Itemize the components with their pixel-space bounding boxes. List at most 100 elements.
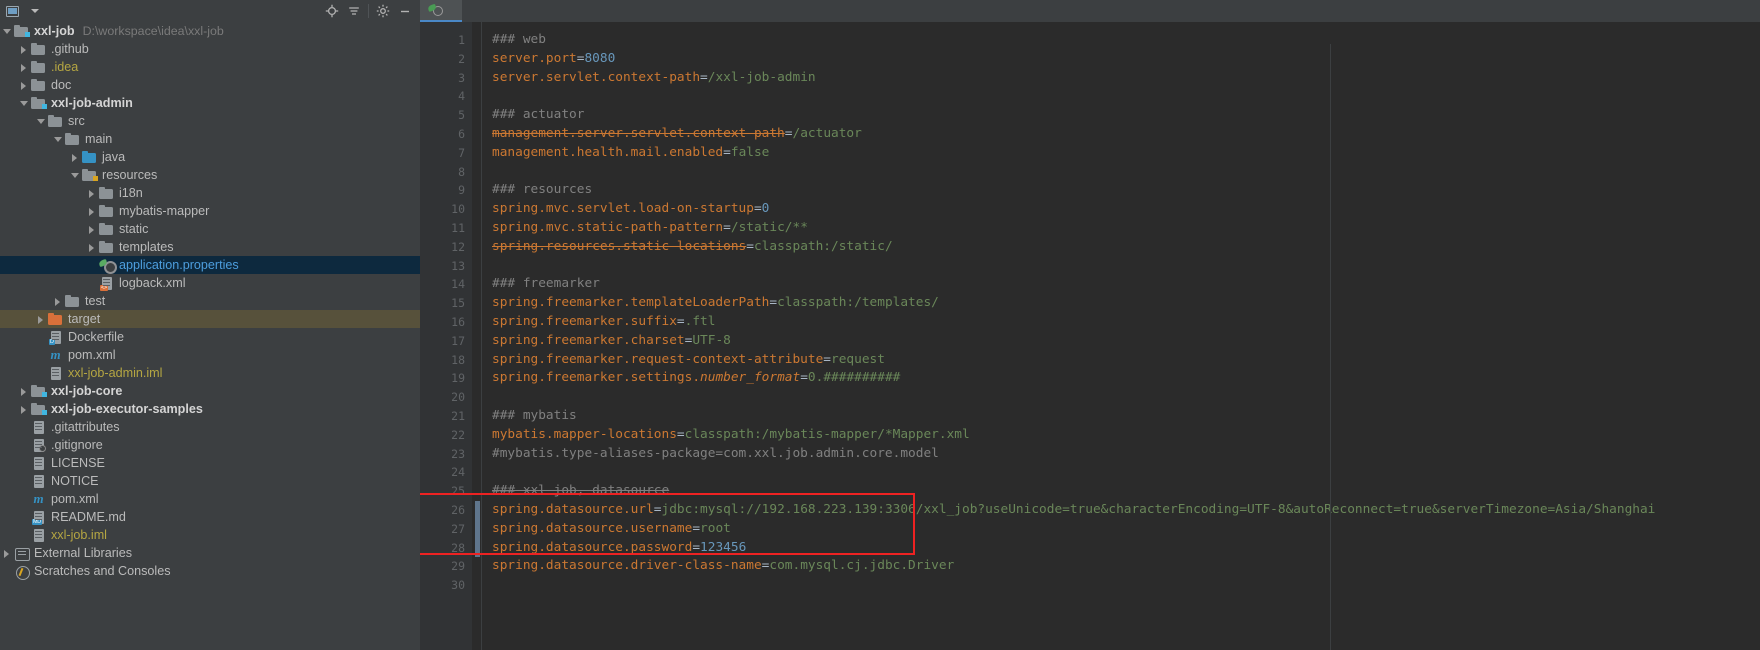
line-number[interactable]: 11 bbox=[420, 219, 472, 238]
tree-item-xxl-job-admin[interactable]: xxl-job-admin bbox=[0, 94, 420, 112]
chevron-right-icon[interactable] bbox=[70, 148, 81, 166]
line-number[interactable]: 29 bbox=[420, 557, 472, 576]
code-line[interactable]: spring.datasource.url=jdbc:mysql://192.1… bbox=[481, 501, 1760, 520]
line-number[interactable]: 24 bbox=[420, 463, 472, 482]
tree-item-external-libraries[interactable]: External Libraries bbox=[0, 544, 420, 562]
tree-item-xxl-job-executor-samples[interactable]: xxl-job-executor-samples bbox=[0, 400, 420, 418]
tree-item-logback-xml[interactable]: <> logback.xml bbox=[0, 274, 420, 292]
chevron-right-icon[interactable] bbox=[53, 292, 64, 310]
code-line[interactable]: ### mybatis bbox=[481, 407, 1760, 426]
locate-icon[interactable] bbox=[321, 0, 343, 22]
tree-item-readme-md[interactable]: MD README.md bbox=[0, 508, 420, 526]
code-line[interactable] bbox=[481, 576, 1760, 595]
chevron-right-icon[interactable] bbox=[2, 544, 13, 562]
chevron-right-icon[interactable] bbox=[19, 382, 30, 400]
tree-item-pom-xml[interactable]: m pom.xml bbox=[0, 490, 420, 508]
code-line[interactable] bbox=[481, 87, 1760, 106]
tree-item-static[interactable]: static bbox=[0, 220, 420, 238]
line-number[interactable]: 12 bbox=[420, 238, 472, 257]
chevron-right-icon[interactable] bbox=[87, 184, 98, 202]
code-line[interactable] bbox=[481, 257, 1760, 276]
code-line[interactable]: #mybatis.type-aliases-package=com.xxl.jo… bbox=[481, 445, 1760, 464]
tree-item-target[interactable]: target bbox=[0, 310, 420, 328]
code-line[interactable] bbox=[481, 163, 1760, 182]
tree-item-gitattributes[interactable]: .gitattributes bbox=[0, 418, 420, 436]
line-number[interactable]: 28 bbox=[420, 539, 472, 558]
tree-item-xxl-job-core[interactable]: xxl-job-core bbox=[0, 382, 420, 400]
tree-item-templates[interactable]: templates bbox=[0, 238, 420, 256]
code-line[interactable] bbox=[481, 463, 1760, 482]
tree-item-doc[interactable]: doc bbox=[0, 76, 420, 94]
code-line[interactable]: spring.datasource.username=root bbox=[481, 520, 1760, 539]
code-lines[interactable]: ### web server.port=8080 server.servlet.co… bbox=[481, 22, 1760, 650]
code-line[interactable]: spring.datasource.password=123456 bbox=[481, 539, 1760, 558]
line-number[interactable]: 13 bbox=[420, 257, 472, 276]
line-number[interactable]: 26 bbox=[420, 501, 472, 520]
tree-item-java[interactable]: java bbox=[0, 148, 420, 166]
tree-item-xxl-job-iml[interactable]: xxl-job.iml bbox=[0, 526, 420, 544]
tree-item-test[interactable]: test bbox=[0, 292, 420, 310]
code-line[interactable]: ### xxl-job, datasource bbox=[481, 482, 1760, 501]
vcs-change-marker[interactable] bbox=[475, 519, 480, 539]
line-number[interactable]: 18 bbox=[420, 351, 472, 370]
tree-item-mybatis-mapper[interactable]: mybatis-mapper bbox=[0, 202, 420, 220]
minimize-icon[interactable] bbox=[394, 0, 416, 22]
tree-item-license[interactable]: LICENSE bbox=[0, 454, 420, 472]
code-line[interactable]: spring.freemarker.suffix=.ftl bbox=[481, 313, 1760, 332]
editor-tab-application-properties[interactable] bbox=[420, 0, 462, 22]
tree-item-application-properties[interactable]: application.properties bbox=[0, 256, 420, 274]
tree-item-xxl-job[interactable]: xxl-job D:\workspace\idea\xxl-job bbox=[0, 22, 420, 40]
code-line[interactable]: ### actuator bbox=[481, 106, 1760, 125]
line-number[interactable]: 14 bbox=[420, 275, 472, 294]
line-number[interactable]: 7 bbox=[420, 144, 472, 163]
code-line[interactable]: management.server.servlet.context-path=/… bbox=[481, 125, 1760, 144]
code-line[interactable]: spring.freemarker.request-context-attrib… bbox=[481, 351, 1760, 370]
tree-item-pom-xml[interactable]: m pom.xml bbox=[0, 346, 420, 364]
code-line[interactable]: spring.freemarker.templateLoaderPath=cla… bbox=[481, 294, 1760, 313]
tree-item-idea[interactable]: .idea bbox=[0, 58, 420, 76]
line-number[interactable]: 2 bbox=[420, 50, 472, 69]
line-number[interactable]: 9 bbox=[420, 181, 472, 200]
chevron-down-icon[interactable] bbox=[70, 166, 81, 184]
code-line[interactable]: ### resources bbox=[481, 181, 1760, 200]
line-number[interactable]: 21 bbox=[420, 407, 472, 426]
tree-item-notice[interactable]: NOTICE bbox=[0, 472, 420, 490]
code-viewport[interactable]: 1 2 3 4 5 6 7 8 9 10 11 12 13 14 15 16 17 18 19 20 21 22 23 24 2… bbox=[420, 22, 1760, 650]
line-number[interactable]: 6 bbox=[420, 125, 472, 144]
chevron-right-icon[interactable] bbox=[87, 238, 98, 256]
tree-item-xxl-job-admin-iml[interactable]: xxl-job-admin.iml bbox=[0, 364, 420, 382]
code-line[interactable]: management.health.mail.enabled=false bbox=[481, 144, 1760, 163]
tree-item-scratches-and-consoles[interactable]: Scratches and Consoles bbox=[0, 562, 420, 580]
chevron-down-icon[interactable] bbox=[19, 94, 30, 112]
chevron-right-icon[interactable] bbox=[19, 58, 30, 76]
line-number[interactable]: 19 bbox=[420, 369, 472, 388]
chevron-down-icon[interactable] bbox=[2, 22, 13, 40]
code-line[interactable]: spring.datasource.driver-class-name=com.… bbox=[481, 557, 1760, 576]
collapse-all-icon[interactable] bbox=[343, 0, 365, 22]
line-number[interactable]: 20 bbox=[420, 388, 472, 407]
line-number[interactable]: 17 bbox=[420, 332, 472, 351]
line-number[interactable]: 23 bbox=[420, 445, 472, 464]
tree-item-resources[interactable]: resources bbox=[0, 166, 420, 184]
tree-item-src[interactable]: src bbox=[0, 112, 420, 130]
code-line[interactable]: server.port=8080 bbox=[481, 50, 1760, 69]
line-number[interactable]: 4 bbox=[420, 87, 472, 106]
vcs-change-markers[interactable] bbox=[472, 22, 481, 650]
chevron-right-icon[interactable] bbox=[19, 400, 30, 418]
chevron-right-icon[interactable] bbox=[36, 310, 47, 328]
line-number[interactable]: 22 bbox=[420, 426, 472, 445]
code-line[interactable]: spring.resources.static-locations=classp… bbox=[481, 238, 1760, 257]
code-line[interactable]: spring.mvc.static-path-pattern=/static/*… bbox=[481, 219, 1760, 238]
line-number[interactable]: 1 bbox=[420, 31, 472, 50]
chevron-right-icon[interactable] bbox=[19, 40, 30, 58]
code-line[interactable]: spring.mvc.servlet.load-on-startup=0 bbox=[481, 200, 1760, 219]
tree-item-main[interactable]: main bbox=[0, 130, 420, 148]
chevron-right-icon[interactable] bbox=[87, 202, 98, 220]
tree-item-dockerfile[interactable]: D Dockerfile bbox=[0, 328, 420, 346]
tree-item-github[interactable]: .github bbox=[0, 40, 420, 58]
code-line[interactable] bbox=[481, 388, 1760, 407]
code-line[interactable]: ### freemarker bbox=[481, 275, 1760, 294]
gear-icon[interactable] bbox=[372, 0, 394, 22]
chevron-right-icon[interactable] bbox=[19, 76, 30, 94]
chevron-right-icon[interactable] bbox=[87, 220, 98, 238]
